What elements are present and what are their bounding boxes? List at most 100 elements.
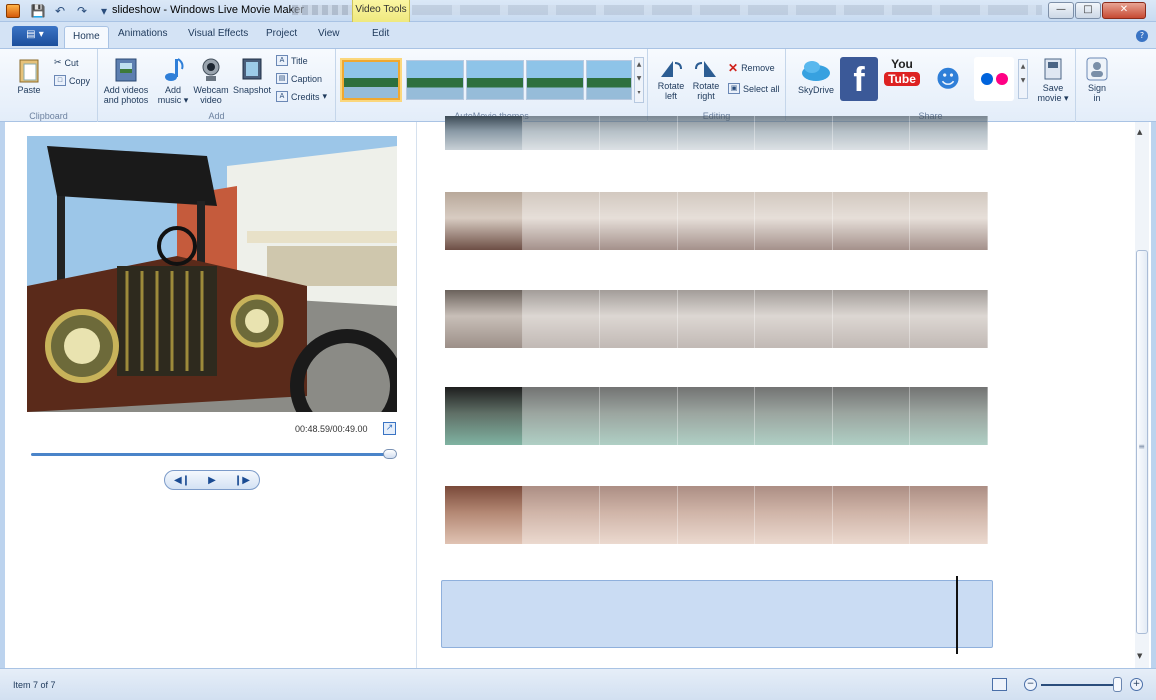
status-item-count: Item 7 of 7 (13, 680, 56, 690)
theme-thumbnail[interactable] (586, 60, 632, 100)
background-blur (292, 5, 352, 15)
tab-animations[interactable]: Animations (118, 28, 167, 39)
credits-icon: A (276, 91, 288, 102)
save-icon[interactable]: 💾 (30, 4, 46, 18)
clip-frame (755, 290, 833, 348)
scroll-up-arrow-icon[interactable]: ▲ (1137, 128, 1145, 136)
automovie-themes-group: ▲▼▾ AutoMovie themes (336, 49, 648, 123)
zoom-slider-track[interactable] (1041, 684, 1121, 686)
save-movie-button[interactable]: Save movie ▾ (1034, 57, 1072, 103)
zoom-out-icon[interactable]: − (1024, 678, 1037, 691)
clip-frame (677, 116, 756, 150)
add-group-label: Add (208, 111, 225, 121)
scroll-down-arrow-icon[interactable]: ▼ (1137, 652, 1145, 660)
select-all-button[interactable]: ▣ Select all (728, 83, 780, 94)
title-button[interactable]: A Title (276, 55, 308, 66)
fullscreen-preview-icon[interactable]: ↗ (383, 422, 396, 435)
seek-bar[interactable] (31, 453, 391, 456)
skydrive-cloud-icon (802, 61, 830, 81)
redo-icon[interactable]: ↷ (74, 4, 90, 18)
clip-frame (677, 290, 756, 348)
tab-project[interactable]: Project (266, 28, 297, 39)
video-preview[interactable] (27, 136, 397, 412)
skydrive-button[interactable]: SkyDrive (794, 57, 838, 95)
play-icon[interactable]: ▶ (208, 475, 216, 486)
clip-frame (832, 192, 911, 250)
close-button[interactable]: ✕ (1102, 2, 1146, 19)
facebook-icon[interactable]: f (840, 57, 878, 101)
maximize-button[interactable]: □ (1075, 2, 1101, 19)
rotate-left-label-line2: left (664, 91, 677, 101)
clip-frame (755, 387, 833, 445)
rotate-left-label-line1: Rotate (657, 81, 685, 91)
aspect-ratio-icon[interactable] (992, 678, 1007, 691)
copy-button[interactable]: □ Copy (54, 75, 90, 86)
youtube-icon[interactable]: You Tube (884, 57, 920, 101)
film-photo-icon (115, 58, 137, 82)
add-videos-button[interactable]: Add videos and photos (102, 57, 150, 105)
tab-view[interactable]: View (318, 28, 340, 39)
minimize-button[interactable]: — (1048, 2, 1074, 19)
clip-frame (445, 387, 523, 445)
rotate-left-button[interactable]: Rotate left (656, 57, 686, 101)
theme-thumbnail[interactable] (526, 60, 584, 100)
credits-button[interactable]: A Credits ▾ (276, 91, 327, 102)
theme-thumbnail[interactable] (406, 60, 464, 100)
add-music-button[interactable]: Add music ▾ (156, 57, 190, 105)
main-workspace: 00:48.59/00:49.00 ↗ ◀❙ ▶ ❙▶ ▲ ▼ ≡ (0, 116, 1156, 668)
paste-icon (19, 59, 39, 83)
clip-frame (832, 486, 911, 544)
seek-thumb[interactable] (382, 449, 397, 459)
caption-button[interactable]: ▤ Caption (276, 73, 322, 84)
remove-button[interactable]: ✕ Remove (728, 61, 775, 75)
share-gallery-scroll[interactable]: ▲ ▼ (1018, 59, 1028, 99)
zoom-slider-thumb[interactable] (1113, 677, 1122, 692)
pane-splitter[interactable] (416, 122, 417, 668)
sign-in-button[interactable]: Sign in (1084, 57, 1110, 103)
zoom-in-icon[interactable]: + (1130, 678, 1143, 691)
rotate-right-button[interactable]: Rotate right (690, 57, 722, 101)
undo-icon[interactable]: ↶ (52, 4, 68, 18)
paste-label: Paste (17, 85, 41, 95)
qat-dropdown-icon[interactable]: ▾ (96, 4, 112, 18)
webcam-video-button[interactable]: Webcam video (192, 57, 230, 105)
clip-frame (910, 192, 988, 250)
paste-button[interactable]: Paste (14, 57, 44, 95)
dropdown-arrow-icon: ▾ (183, 95, 189, 105)
credits-label: Credits (291, 91, 320, 102)
dropdown-arrow-icon: ▾ (322, 91, 328, 101)
snapshot-button[interactable]: Snapshot (230, 57, 274, 95)
clip-frame (522, 290, 601, 348)
window-controls: — □ ✕ (1048, 2, 1146, 19)
window-title: slideshow - Windows Live Movie Maker (112, 4, 304, 16)
application-menu-button[interactable]: ▤ ▾ (12, 26, 58, 46)
storyboard-clip-rocky-coast[interactable] (445, 290, 988, 348)
clip-frame (755, 486, 833, 544)
clip-frame (522, 192, 601, 250)
clip-frame (677, 486, 756, 544)
storyboard-clip-mountain-lake[interactable] (445, 116, 988, 150)
playhead[interactable] (956, 576, 958, 654)
storyboard-clip-rodeo[interactable] (445, 486, 988, 544)
theme-gallery-scroll[interactable]: ▲ ▼ ▾ (634, 57, 644, 103)
previous-frame-icon[interactable]: ◀❙ (174, 475, 190, 486)
flickr-icon[interactable] (974, 57, 1014, 101)
clip-frame (600, 387, 678, 445)
help-icon[interactable]: ? (1136, 30, 1148, 42)
app-icon[interactable] (6, 4, 20, 18)
clip-frame (677, 192, 756, 250)
tab-edit[interactable]: Edit (372, 28, 389, 39)
tab-visual-effects[interactable]: Visual Effects (188, 28, 248, 39)
caption-icon: ▤ (276, 73, 288, 84)
next-frame-icon[interactable]: ❙▶ (234, 475, 250, 486)
webcam-icon (202, 58, 220, 81)
tab-home[interactable]: Home (64, 26, 109, 48)
storyboard-clip-market-stall[interactable] (445, 387, 988, 445)
theme-thumbnail[interactable] (342, 60, 400, 100)
cut-button[interactable]: ✂ Cut (54, 57, 79, 68)
people-group-icon[interactable]: ☻ (928, 57, 968, 101)
theme-thumbnail[interactable] (466, 60, 524, 100)
snapshot-label: Snapshot (232, 85, 272, 95)
rotate-right-label-line2: right (697, 91, 715, 101)
storyboard-clip-city-skyline[interactable] (445, 192, 988, 250)
